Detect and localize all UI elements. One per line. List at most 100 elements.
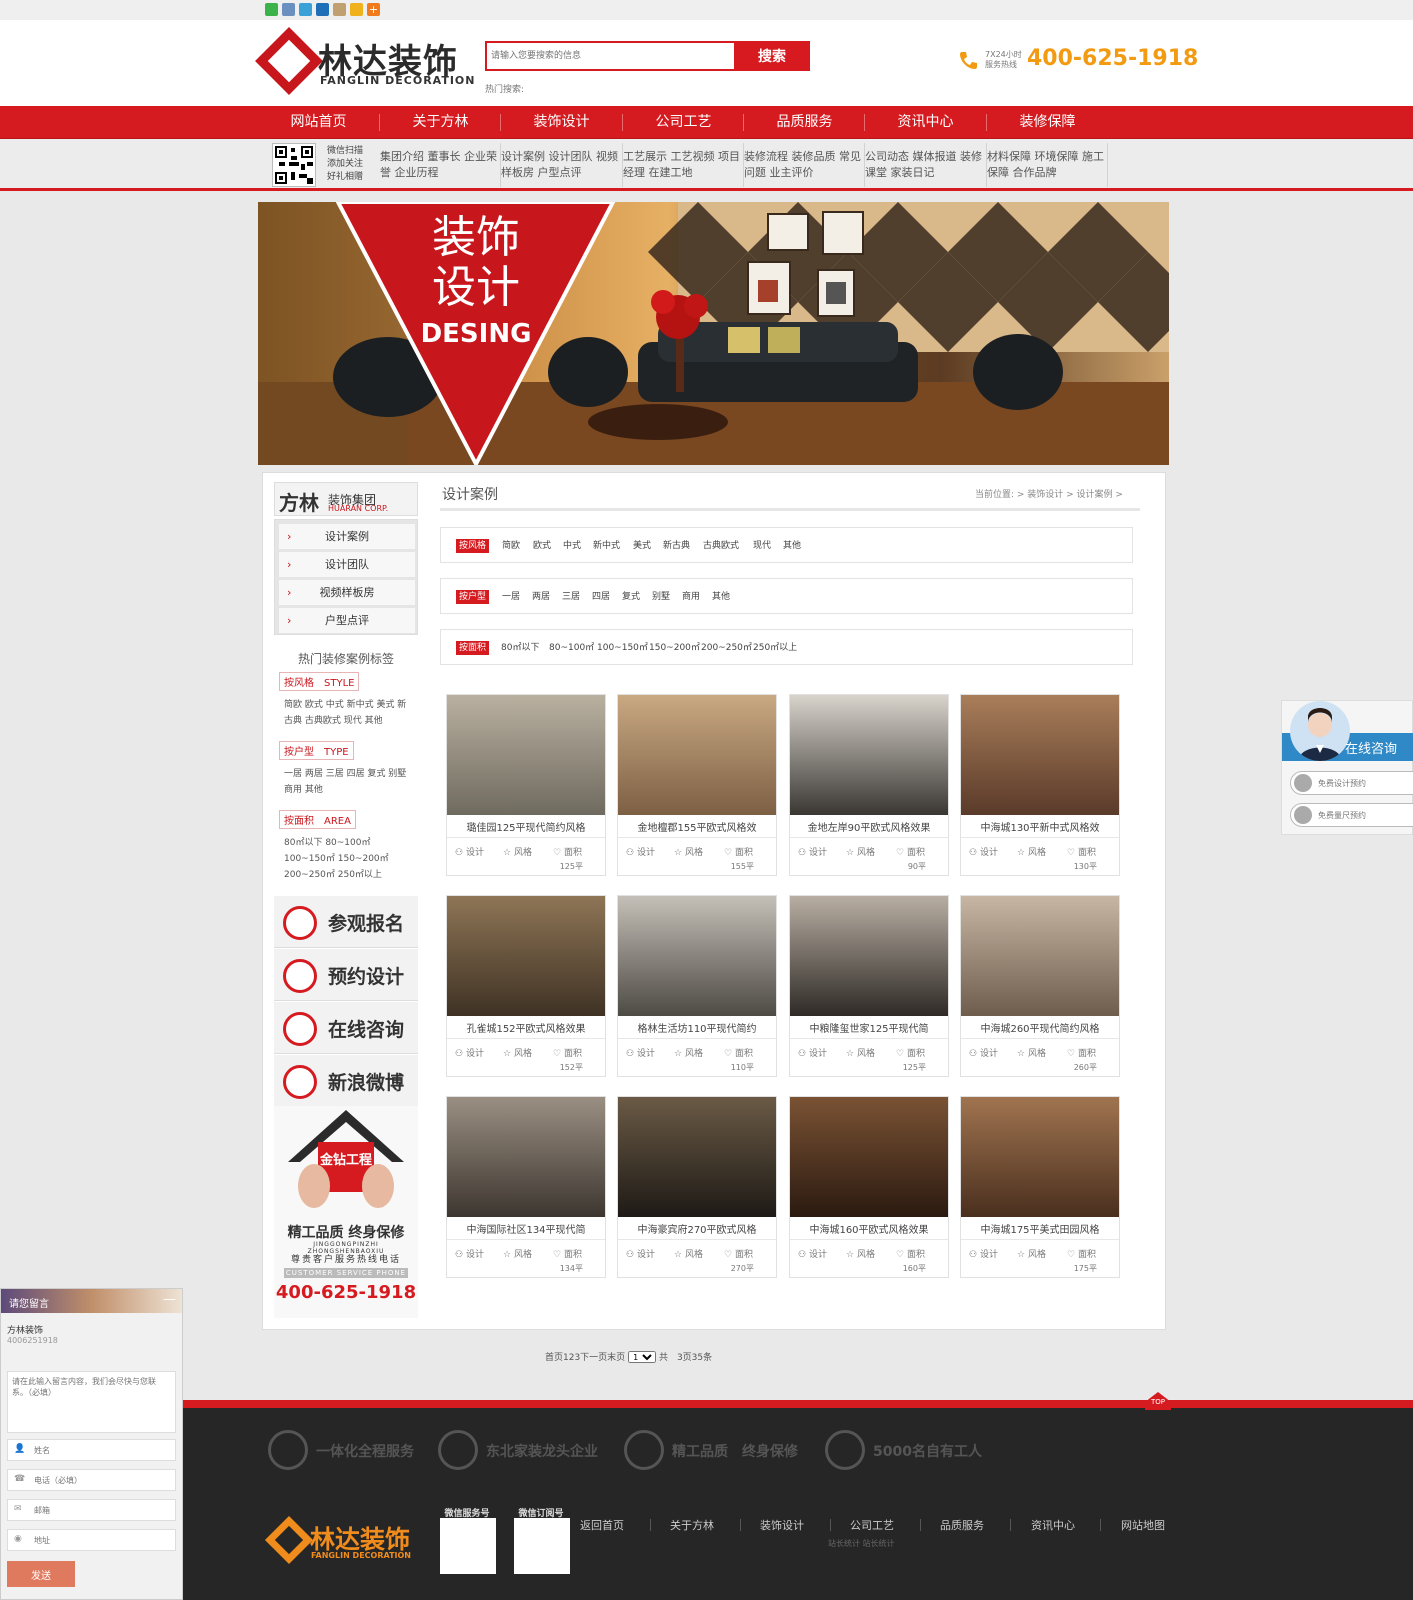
- case-card[interactable]: 中海城130平新中式风格效 ⚇ 设计 ☆ 风格 ♡ 面积 130平: [960, 694, 1120, 876]
- filter-option[interactable]: 欧式: [533, 539, 551, 553]
- case-card[interactable]: 中海城175平美式田园风格 ⚇ 设计 ☆ 风格 ♡ 面积 175平: [960, 1096, 1120, 1278]
- subnav-link[interactable]: 装修流程: [744, 150, 788, 163]
- nav-about[interactable]: 关于方林: [380, 106, 501, 139]
- subnav-link[interactable]: 企业历程: [395, 166, 439, 179]
- nav-craft[interactable]: 公司工艺: [623, 106, 744, 139]
- case-title[interactable]: 中海城260平现代简约风格: [961, 1020, 1119, 1035]
- sidebar-item-video-showroom[interactable]: › 视频样板房: [279, 580, 415, 605]
- subnav-link[interactable]: 工艺视频: [671, 150, 715, 163]
- subnav-link[interactable]: 公司动态: [865, 150, 909, 163]
- footer-link-sitemap[interactable]: 网站地图: [1121, 1517, 1165, 1533]
- case-card[interactable]: 格林生活坊110平现代简约 ⚇ 设计 ☆ 风格 ♡ 面积 110平: [617, 895, 777, 1077]
- subnav-link[interactable]: 设计团队: [549, 150, 593, 163]
- filter-option[interactable]: 两居: [532, 590, 550, 604]
- area-tags[interactable]: 80㎡以下 80~100㎡ 100~150㎡ 150~200㎡ 200~250㎡…: [284, 835, 414, 883]
- nav-guarantee[interactable]: 装修保障: [987, 106, 1108, 139]
- address-input[interactable]: [34, 1534, 164, 1546]
- message-textarea[interactable]: [7, 1371, 176, 1433]
- filter-option[interactable]: 现代: [753, 539, 771, 553]
- footer-link-craft[interactable]: 公司工艺: [850, 1517, 894, 1533]
- site-statistics[interactable]: 站长统计 站长统计: [828, 1538, 895, 1549]
- case-title[interactable]: 金地檀郡155平欧式风格效: [618, 819, 776, 834]
- filter-option[interactable]: 新中式: [593, 539, 620, 553]
- case-card[interactable]: 中海城260平现代简约风格 ⚇ 设计 ☆ 风格 ♡ 面积 260平: [960, 895, 1120, 1077]
- subnav-link[interactable]: 媒体报道: [913, 150, 957, 163]
- douban-icon[interactable]: [333, 3, 346, 16]
- case-title[interactable]: 金地左岸90平欧式风格效果: [790, 819, 948, 834]
- case-card[interactable]: 中海城160平欧式风格效果 ⚇ 设计 ☆ 风格 ♡ 面积 160平: [789, 1096, 949, 1278]
- case-card[interactable]: 金地檀郡155平欧式风格效 ⚇ 设计 ☆ 风格 ♡ 面积 155平: [617, 694, 777, 876]
- case-title[interactable]: 中粮隆玺世家125平现代简: [790, 1020, 948, 1035]
- footer-link-news[interactable]: 资讯中心: [1031, 1517, 1075, 1533]
- filter-option[interactable]: 100~150㎡: [597, 641, 648, 655]
- footer-link-quality[interactable]: 品质服务: [940, 1517, 984, 1533]
- sina-weibo-icon[interactable]: [299, 3, 312, 16]
- case-title[interactable]: 中海城130平新中式风格效: [961, 819, 1119, 834]
- subnav-link[interactable]: 董事长: [428, 150, 461, 163]
- back-to-top-button[interactable]: TOP: [1145, 1392, 1171, 1410]
- case-title[interactable]: 中海豪宾府270平欧式风格: [618, 1221, 776, 1236]
- name-input[interactable]: [34, 1444, 164, 1456]
- case-thumbnail[interactable]: [790, 695, 948, 815]
- subnav-link[interactable]: 在建工地: [649, 166, 693, 179]
- style-tags[interactable]: 简欧 欧式 中式 新中式 美式 新古典 古典欧式 现代 其他: [284, 697, 414, 729]
- case-title[interactable]: 璐佳园125平现代简约风格: [447, 819, 605, 834]
- filter-option[interactable]: 复式: [622, 590, 640, 604]
- sidebar-item-design-cases[interactable]: › 设计案例: [279, 524, 415, 549]
- filter-option[interactable]: 新古典: [663, 539, 690, 553]
- minimize-icon[interactable]: —: [163, 1292, 176, 1307]
- nav-quality[interactable]: 品质服务: [744, 106, 865, 139]
- email-input[interactable]: [34, 1504, 164, 1516]
- filter-option[interactable]: 250㎡以上: [753, 641, 797, 655]
- case-thumbnail[interactable]: [961, 896, 1119, 1016]
- visit-signup-button[interactable]: 参观报名: [274, 896, 418, 948]
- online-consult-button[interactable]: 在线咨询: [274, 1002, 418, 1054]
- nav-home[interactable]: 网站首页: [258, 106, 379, 139]
- case-thumbnail[interactable]: [961, 695, 1119, 815]
- case-card[interactable]: 中海豪宾府270平欧式风格 ⚇ 设计 ☆ 风格 ♡ 面积 270平: [617, 1096, 777, 1278]
- case-card[interactable]: 中海国际社区134平现代简 ⚇ 设计 ☆ 风格 ♡ 面积 134平: [446, 1096, 606, 1278]
- subnav-link[interactable]: 户型点评: [538, 166, 582, 179]
- filter-option[interactable]: 其他: [712, 590, 730, 604]
- case-card[interactable]: 孔雀城152平欧式风格效果 ⚇ 设计 ☆ 风格 ♡ 面积 152平: [446, 895, 606, 1077]
- filter-option[interactable]: 四居: [592, 590, 610, 604]
- case-title[interactable]: 孔雀城152平欧式风格效果: [447, 1020, 605, 1035]
- sidebar-item-design-team[interactable]: › 设计团队: [279, 552, 415, 577]
- case-title[interactable]: 格林生活坊110平现代简约: [618, 1020, 776, 1035]
- subnav-link[interactable]: 业主评价: [770, 166, 814, 179]
- phone-input[interactable]: [34, 1474, 164, 1486]
- filter-option[interactable]: 简欧: [502, 539, 520, 553]
- filter-option[interactable]: 商用: [682, 590, 700, 604]
- bookmark-icon[interactable]: [350, 3, 363, 16]
- renren-icon[interactable]: [316, 3, 329, 16]
- case-thumbnail[interactable]: [618, 896, 776, 1016]
- case-card[interactable]: 中粮隆玺世家125平现代简 ⚇ 设计 ☆ 风格 ♡ 面积 125平: [789, 895, 949, 1077]
- book-design-button[interactable]: 预约设计: [274, 949, 418, 1001]
- case-card[interactable]: 璐佳园125平现代简约风格 ⚇ 设计 ☆ 风格 ♡ 面积 125平: [446, 694, 606, 876]
- hero-banner[interactable]: 装饰 设计 DESING: [258, 202, 1169, 465]
- footer-link-design[interactable]: 装饰设计: [760, 1517, 804, 1533]
- search-button[interactable]: 搜索: [734, 41, 810, 71]
- case-title[interactable]: 中海城160平欧式风格效果: [790, 1221, 948, 1236]
- case-thumbnail[interactable]: [961, 1097, 1119, 1217]
- filter-option[interactable]: 美式: [633, 539, 651, 553]
- filter-option[interactable]: 别墅: [652, 590, 670, 604]
- case-thumbnail[interactable]: [790, 896, 948, 1016]
- filter-option[interactable]: 其他: [783, 539, 801, 553]
- case-thumbnail[interactable]: [618, 1097, 776, 1217]
- subnav-link[interactable]: 工艺展示: [623, 150, 667, 163]
- nav-design[interactable]: 装饰设计: [501, 106, 622, 139]
- filter-option[interactable]: 200~250㎡: [701, 641, 752, 655]
- subnav-link[interactable]: 环境保障: [1035, 150, 1079, 163]
- filter-option[interactable]: 150~200㎡: [649, 641, 700, 655]
- filter-option[interactable]: 三居: [562, 590, 580, 604]
- filter-option[interactable]: 古典欧式: [703, 539, 739, 553]
- case-title[interactable]: 中海国际社区134平现代简: [447, 1221, 605, 1236]
- footer-link-about[interactable]: 关于方林: [670, 1517, 714, 1533]
- subnav-link[interactable]: 集团介绍: [380, 150, 424, 163]
- subnav-link[interactable]: 合作品牌: [1013, 166, 1057, 179]
- page-select[interactable]: 1: [628, 1351, 657, 1363]
- footer-link-home[interactable]: 返回首页: [580, 1517, 624, 1533]
- filter-option[interactable]: 中式: [563, 539, 581, 553]
- nav-news[interactable]: 资讯中心: [865, 106, 986, 139]
